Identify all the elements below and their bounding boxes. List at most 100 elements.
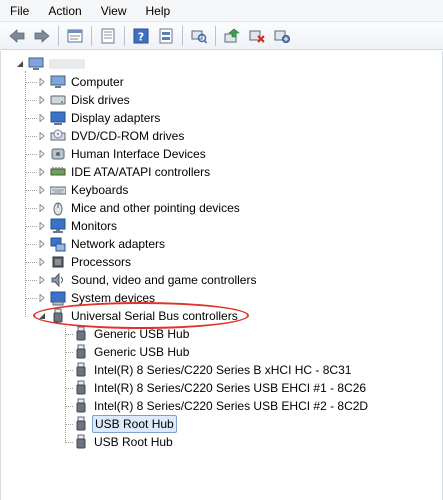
dvd-drive-icon: [50, 128, 66, 144]
collapsed-arrow-icon[interactable]: [37, 77, 47, 87]
keyboard-icon: [50, 182, 66, 198]
collapsed-arrow-icon[interactable]: [37, 239, 47, 249]
tree-connector: [65, 334, 73, 335]
tree-category[interactable]: DVD/CD-ROM drives: [37, 127, 186, 145]
tree-connector: [25, 262, 37, 263]
update-driver-icon[interactable]: [221, 25, 243, 47]
menu-help[interactable]: Help: [144, 0, 173, 22]
usb-device-item-label: Intel(R) 8 Series/C220 Series B xHCI HC …: [94, 363, 352, 377]
tree-connector: [25, 226, 37, 227]
tree-category[interactable]: System devices: [37, 289, 157, 307]
tree-category[interactable]: Keyboards: [37, 181, 130, 199]
tree-category-label: Display adapters: [71, 111, 161, 125]
collapsed-arrow-icon[interactable]: [37, 131, 47, 141]
tree-connector: [65, 424, 73, 425]
device-view-icon[interactable]: [155, 25, 177, 47]
menu-file[interactable]: File: [8, 0, 31, 22]
menu-view[interactable]: View: [99, 0, 129, 22]
usb-device-item[interactable]: USB Root Hub: [73, 433, 175, 451]
tree-connector: [65, 352, 73, 353]
tree-category[interactable]: Network adapters: [37, 235, 167, 253]
usb-device-item-label: Intel(R) 8 Series/C220 Series USB EHCI #…: [94, 399, 369, 413]
usb-icon: [73, 434, 89, 450]
tree-category-label: Monitors: [71, 219, 118, 233]
toolbar-separator: [58, 25, 59, 46]
usb-device-item[interactable]: Intel(R) 8 Series/C220 Series B xHCI HC …: [73, 361, 353, 379]
expanded-arrow-icon[interactable]: [37, 311, 47, 321]
usb-device-item[interactable]: Intel(R) 8 Series/C220 Series USB EHCI #…: [73, 397, 370, 415]
expanded-arrow-icon[interactable]: [15, 59, 25, 69]
toolbar-separator: [215, 25, 216, 46]
disk-drive-icon: [50, 92, 66, 108]
show-hidden-icon[interactable]: [97, 25, 119, 47]
usb-device-item[interactable]: Generic USB Hub: [73, 343, 191, 361]
tree-category[interactable]: IDE ATA/ATAPI controllers: [37, 163, 212, 181]
usb-device-item[interactable]: Intel(R) 8 Series/C220 Series USB EHCI #…: [73, 379, 368, 397]
usb-icon: [73, 344, 89, 360]
ide-controller-icon: [50, 164, 66, 180]
tree-connector: [25, 136, 37, 137]
tree-category-usb[interactable]: Universal Serial Bus controllers: [37, 307, 240, 325]
collapsed-arrow-icon[interactable]: [37, 185, 47, 195]
tree-connector: [65, 370, 73, 371]
usb-icon: [73, 398, 89, 414]
usb-device-item-label: Generic USB Hub: [94, 345, 190, 359]
tree-connector: [25, 190, 37, 191]
uninstall-icon[interactable]: [246, 25, 268, 47]
usb-device-item[interactable]: Generic USB Hub: [73, 325, 191, 343]
toolbar-separator: [91, 25, 92, 46]
scan-hardware-icon[interactable]: [188, 25, 210, 47]
tree-category[interactable]: Processors: [37, 253, 133, 271]
tree-connector: [25, 100, 37, 101]
tree-category[interactable]: Monitors: [37, 217, 119, 235]
tree-connector: [25, 82, 37, 83]
display-adapter-icon: [50, 110, 66, 126]
device-tree[interactable]: Computer Disk drives Display adapters DVD/C…: [0, 51, 443, 500]
menu-action[interactable]: Action: [46, 0, 83, 22]
collapsed-arrow-icon[interactable]: [37, 113, 47, 123]
back-icon[interactable]: [6, 25, 28, 47]
disable-icon[interactable]: [271, 25, 293, 47]
tree-category[interactable]: Computer: [37, 73, 126, 91]
collapsed-arrow-icon[interactable]: [37, 221, 47, 231]
tree-category-label: Network adapters: [71, 237, 166, 251]
tree-connector: [25, 298, 37, 299]
collapsed-arrow-icon[interactable]: [37, 167, 47, 177]
forward-icon[interactable]: [31, 25, 53, 47]
mouse-icon: [50, 200, 66, 216]
tree-root[interactable]: [15, 55, 85, 73]
usb-device-item[interactable]: USB Root Hub: [73, 415, 177, 433]
hid-icon: [50, 146, 66, 162]
tree-category[interactable]: Sound, video and game controllers: [37, 271, 258, 289]
tree-category[interactable]: Human Interface Devices: [37, 145, 208, 163]
usb-icon: [73, 326, 89, 342]
toolbar: ?: [0, 22, 443, 50]
tree-connector: [25, 208, 37, 209]
help-icon[interactable]: ?: [130, 25, 152, 47]
tree-category-label: Processors: [71, 255, 132, 269]
collapsed-arrow-icon[interactable]: [37, 203, 47, 213]
system-devices-icon: [50, 290, 66, 306]
computer-icon: [50, 74, 66, 90]
properties-icon[interactable]: [64, 25, 86, 47]
collapsed-arrow-icon[interactable]: [37, 149, 47, 159]
tree-category-label: System devices: [71, 291, 156, 305]
usb-device-item-label: Generic USB Hub: [94, 327, 190, 341]
collapsed-arrow-icon[interactable]: [37, 257, 47, 267]
tree-category-label: Sound, video and game controllers: [71, 273, 257, 287]
usb-icon: [73, 380, 89, 396]
tree-category[interactable]: Mice and other pointing devices: [37, 199, 242, 217]
tree-category-label: Human Interface Devices: [71, 147, 206, 161]
collapsed-arrow-icon[interactable]: [37, 275, 47, 285]
root-name-redacted: [49, 59, 85, 69]
tree-category[interactable]: Disk drives: [37, 91, 132, 109]
tree-connector: [65, 388, 73, 389]
tree-connector: [65, 442, 73, 443]
collapsed-arrow-icon[interactable]: [37, 95, 47, 105]
toolbar-separator: [182, 25, 183, 46]
tree-category[interactable]: Display adapters: [37, 109, 162, 127]
tree-connector: [25, 244, 37, 245]
tree-category-label: Keyboards: [71, 183, 129, 197]
usb-icon: [73, 416, 89, 432]
collapsed-arrow-icon[interactable]: [37, 293, 47, 303]
